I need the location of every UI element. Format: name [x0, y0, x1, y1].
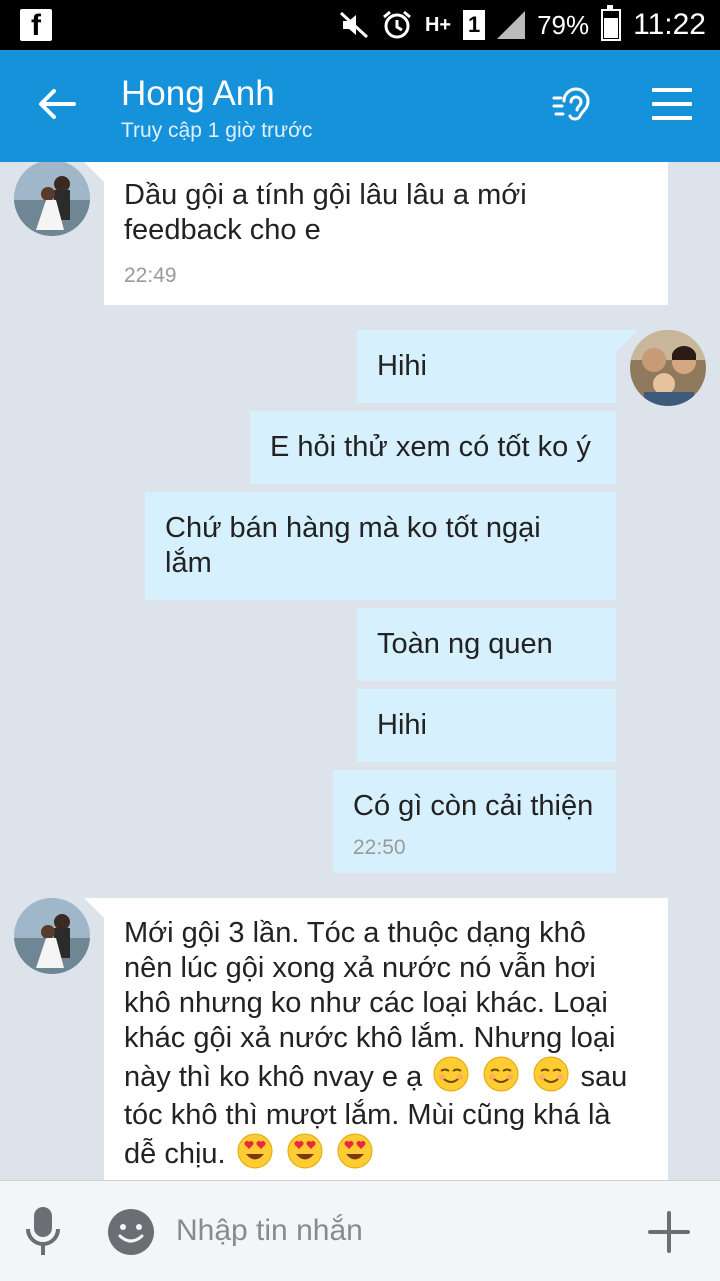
heart-eyes-emoji-icon	[287, 1133, 323, 1169]
heart-eyes-emoji-icon	[337, 1133, 373, 1169]
bubble-tail	[84, 162, 106, 184]
message-input[interactable]	[176, 1211, 616, 1251]
message-text: khác gội xả nước khô lắm. Nhưng loại	[124, 1022, 616, 1054]
message-text: Mới gội 3 lần. Tóc a thuộc dạng khô	[124, 917, 586, 949]
message-text: E hỏi thử xem có tốt ko ý	[270, 431, 591, 463]
message-text: Hihi	[377, 709, 427, 741]
message-text: Có gì còn cải thiện	[353, 790, 594, 822]
message-text: sau	[580, 1061, 628, 1093]
message-text: dễ chịu.	[124, 1138, 226, 1170]
network-type: H+	[424, 14, 452, 36]
relieved-face-emoji-icon	[533, 1056, 569, 1092]
message-text: nên lúc gội xong xả nước nó vẫn hơi	[124, 952, 596, 984]
message-text: Dầu gội a tính gội lâu lâu a mới	[124, 179, 527, 211]
ear-icon[interactable]	[552, 84, 596, 128]
message-text: tóc khô thì mượt lắm. Mùi cũng khá là	[124, 1099, 611, 1131]
message-outgoing[interactable]: E hỏi thử xem có tốt ko ý	[250, 411, 616, 484]
message-text: khô nhưng ko như các loại khác. Loại	[124, 987, 608, 1019]
message-time: 22:49	[124, 264, 177, 287]
message-outgoing[interactable]: Hihi	[357, 689, 616, 762]
message-text: lắm	[165, 547, 212, 579]
relieved-face-emoji-icon	[433, 1056, 469, 1092]
status-icons: H+ 1 79% 11:22	[339, 0, 706, 50]
signal-icon	[497, 11, 526, 39]
message-text: Chứ bán hàng mà ko tốt ngại	[165, 512, 541, 544]
relieved-face-emoji-icon	[483, 1056, 519, 1092]
arrow-left-icon[interactable]	[34, 82, 78, 126]
smiley-icon[interactable]	[107, 1208, 155, 1256]
contact-avatar[interactable]	[14, 898, 90, 974]
message-time: 22:50	[353, 836, 406, 859]
message-text: feedback cho e	[124, 214, 321, 246]
contact-name[interactable]: Hong Anh	[121, 74, 275, 114]
message-text: này thì ko khô nvay e ạ	[124, 1061, 423, 1093]
message-list[interactable]: Dầu gội a tính gội lâu lâu a mới feedbac…	[0, 162, 720, 1180]
chat-header: Hong Anh Truy cập 1 giờ trước	[0, 50, 720, 162]
alarm-icon	[383, 10, 411, 39]
status-bar: f H+ 1 79% 11:22	[0, 0, 720, 50]
contact-avatar[interactable]	[14, 162, 90, 236]
message-text: Toàn ng quen	[377, 628, 553, 660]
clock: 11:22	[633, 8, 706, 41]
plus-icon[interactable]	[648, 1211, 690, 1253]
sim-icon: 1	[463, 10, 486, 40]
heart-eyes-emoji-icon	[237, 1133, 273, 1169]
my-avatar[interactable]	[630, 330, 706, 406]
last-seen-status: Truy cập 1 giờ trước	[121, 119, 313, 142]
message-outgoing[interactable]: Toàn ng quen	[357, 608, 616, 681]
message-text: Hihi	[377, 350, 427, 382]
battery-percent: 79%	[537, 9, 590, 40]
microphone-icon[interactable]	[24, 1205, 62, 1257]
message-outgoing[interactable]: Chứ bán hàng mà ko tốt ngại lắm	[145, 492, 616, 600]
hamburger-menu-icon[interactable]	[652, 88, 692, 120]
message-incoming[interactable]: Dầu gội a tính gội lâu lâu a mới feedbac…	[104, 162, 668, 305]
message-outgoing[interactable]: Hihi	[357, 330, 616, 403]
bubble-tail	[616, 330, 638, 352]
message-composer	[0, 1180, 720, 1281]
message-incoming[interactable]: Mới gội 3 lần. Tóc a thuộc dạng khô nên …	[104, 898, 668, 1180]
bubble-tail	[84, 898, 106, 920]
facebook-notification-icon: f	[20, 9, 52, 42]
battery-icon	[601, 5, 622, 41]
message-outgoing[interactable]: Có gì còn cải thiện 22:50	[333, 770, 616, 873]
mute-icon	[339, 11, 368, 39]
